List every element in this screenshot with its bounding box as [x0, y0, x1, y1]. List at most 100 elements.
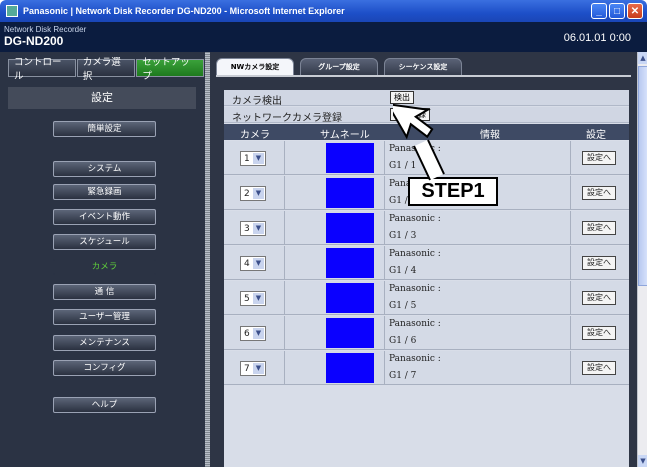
left-panel: コントロール カメラ選択 セットアップ 設定 簡単設定 システム 緊急録画 イベ…	[0, 52, 205, 467]
col-settings: 設定	[586, 130, 606, 141]
camera-thumbnail	[326, 283, 374, 313]
app-header: Network Disk Recorder DG-ND200 06.01.01 …	[0, 22, 647, 52]
camera-info-maker: Panasonic :	[389, 214, 441, 224]
go-to-settings-button[interactable]: 設定へ	[582, 151, 616, 165]
chevron-down-icon[interactable]: ▼	[253, 328, 264, 339]
camera-info-maker: Panasonic :	[389, 284, 441, 294]
cell-divider	[284, 246, 285, 279]
chevron-down-icon[interactable]: ▼	[253, 258, 264, 269]
sidebar-item-camera[interactable]: カメラ	[53, 259, 156, 275]
header-subtitle: Network Disk Recorder	[4, 25, 87, 34]
cell-divider	[384, 316, 385, 349]
go-to-settings-button[interactable]: 設定へ	[582, 361, 616, 375]
nav-setup-button[interactable]: セットアップ	[136, 57, 204, 82]
camera-number-select[interactable]: 1 ▼	[240, 151, 266, 166]
camera-number-select[interactable]: 4 ▼	[240, 256, 266, 271]
camera-number-value: 5	[244, 293, 250, 304]
camera-info-group: G1 / 3	[389, 231, 417, 241]
chevron-down-icon[interactable]: ▼	[253, 223, 264, 234]
camera-thumbnail	[326, 213, 374, 243]
sidebar-item-emergency-rec[interactable]: 緊急録画	[53, 184, 156, 200]
window-title: Panasonic | Network Disk Recorder DG-ND2…	[23, 6, 345, 16]
window-titlebar: Panasonic | Network Disk Recorder DG-ND2…	[0, 0, 647, 22]
go-to-settings-button[interactable]: 設定へ	[582, 291, 616, 305]
cell-divider	[284, 351, 285, 384]
cell-divider	[284, 211, 285, 244]
cell-divider	[570, 281, 571, 314]
go-to-settings-button[interactable]: 設定へ	[582, 186, 616, 200]
camera-number-select[interactable]: 5 ▼	[240, 291, 266, 306]
sidebar-item-schedule[interactable]: スケジュール	[53, 234, 156, 250]
minimize-icon[interactable]: _	[591, 3, 607, 19]
table-row: 7 ▼ Panasonic : G1 / 7 設定へ	[224, 351, 629, 385]
settings-heading: 設定	[8, 87, 196, 109]
sidebar-item-communication[interactable]: 通 信	[53, 284, 156, 300]
camera-detect-label: カメラ検出	[232, 96, 282, 107]
table-row: 3 ▼ Panasonic : G1 / 3 設定へ	[224, 211, 629, 245]
camera-thumbnail	[326, 178, 374, 208]
sidebar-item-easy-setup[interactable]: 簡単設定	[53, 121, 156, 137]
sidebar-item-event[interactable]: イベント動作	[53, 209, 156, 225]
camera-info-maker: Panasonic :	[389, 249, 441, 259]
cell-divider	[284, 281, 285, 314]
vertical-scrollbar[interactable]: ▲ ▼	[637, 52, 647, 467]
tab-group-settings[interactable]: グループ設定	[300, 58, 378, 76]
cell-divider	[384, 246, 385, 279]
col-info: 情報	[480, 130, 500, 141]
cell-divider	[570, 351, 571, 384]
nav-camera-select-button[interactable]: カメラ選択	[76, 57, 136, 82]
nw-register-label: ネットワークカメラ登録	[232, 113, 342, 124]
sidebar-item-system[interactable]: システム	[53, 161, 156, 177]
camera-number-select[interactable]: 2 ▼	[240, 186, 266, 201]
camera-number-value: 7	[244, 363, 250, 374]
camera-number-select[interactable]: 3 ▼	[240, 221, 266, 236]
col-thumbnail: サムネール	[320, 130, 370, 141]
cell-divider	[384, 211, 385, 244]
cell-divider	[570, 246, 571, 279]
cell-divider	[284, 176, 285, 209]
cell-divider	[384, 141, 385, 174]
tab-bar: NWカメラ設定 グループ設定 シーケンス設定	[216, 58, 468, 76]
nav-control-button[interactable]: コントロール	[8, 57, 76, 82]
tab-sequence-settings[interactable]: シーケンス設定	[384, 58, 462, 76]
go-to-settings-button[interactable]: 設定へ	[582, 256, 616, 270]
camera-info-group: G1 / 6	[389, 336, 417, 346]
tab-nw-camera-settings[interactable]: NWカメラ設定	[216, 58, 294, 76]
scroll-down-icon[interactable]: ▼	[638, 455, 647, 467]
camera-thumbnail	[326, 143, 374, 173]
cell-divider	[384, 176, 385, 209]
camera-number-value: 2	[244, 188, 250, 199]
cell-divider	[570, 176, 571, 209]
cell-divider	[570, 316, 571, 349]
camera-number-value: 3	[244, 223, 250, 234]
sidebar-item-user-management[interactable]: ユーザー管理	[53, 309, 156, 325]
camera-info-maker: Panasonic :	[389, 354, 441, 364]
cell-divider	[284, 141, 285, 174]
chevron-down-icon[interactable]: ▼	[253, 363, 264, 374]
chevron-down-icon[interactable]: ▼	[253, 153, 264, 164]
table-row: 6 ▼ Panasonic : G1 / 6 設定へ	[224, 316, 629, 350]
go-to-settings-button[interactable]: 設定へ	[582, 326, 616, 340]
tab-underline	[216, 75, 631, 77]
camera-number-select[interactable]: 7 ▼	[240, 361, 266, 376]
scroll-thumb[interactable]	[638, 66, 647, 286]
step-annotation: STEP1	[408, 177, 498, 206]
camera-number-value: 6	[244, 328, 250, 339]
sidebar-item-config[interactable]: コンフィグ	[53, 360, 156, 376]
chevron-down-icon[interactable]: ▼	[253, 188, 264, 199]
camera-number-select[interactable]: 6 ▼	[240, 326, 266, 341]
camera-info-group: G1 / 5	[389, 301, 417, 311]
scroll-up-icon[interactable]: ▲	[638, 52, 647, 64]
sidebar-item-help[interactable]: ヘルプ	[53, 397, 156, 413]
table-row: 5 ▼ Panasonic : G1 / 5 設定へ	[224, 281, 629, 315]
chevron-down-icon[interactable]: ▼	[253, 293, 264, 304]
go-to-settings-button[interactable]: 設定へ	[582, 221, 616, 235]
table-row: 4 ▼ Panasonic : G1 / 4 設定へ	[224, 246, 629, 280]
maximize-icon[interactable]: □	[609, 3, 625, 19]
close-icon[interactable]: ✕	[627, 3, 643, 19]
cell-divider	[284, 316, 285, 349]
camera-thumbnail	[326, 318, 374, 348]
sidebar-item-maintenance[interactable]: メンテナンス	[53, 335, 156, 351]
camera-info-group: G1 / 4	[389, 266, 417, 276]
camera-thumbnail	[326, 353, 374, 383]
